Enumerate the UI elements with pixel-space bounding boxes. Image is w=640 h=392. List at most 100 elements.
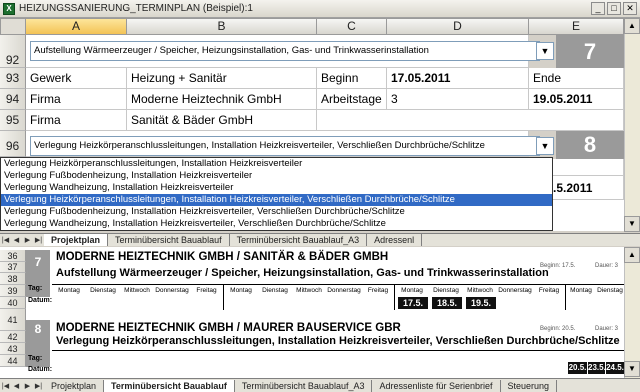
row-header-94[interactable]: 94 bbox=[0, 89, 26, 110]
window-title: HEIZUNGSSANIERUNG_TERMINPLAN (Beispiel):… bbox=[19, 3, 253, 14]
block1-begin: Beginn: 17.5. bbox=[540, 263, 576, 269]
vertical-scrollbar-upper[interactable] bbox=[624, 18, 640, 232]
tab-first-icon[interactable]: |◀ bbox=[0, 382, 11, 390]
block1-company: MODERNE HEIZTECHNIK GMBH / SANITÄR & BÄD… bbox=[56, 251, 389, 263]
tab-terminuebersicht[interactable]: Terminübersicht Bauablauf bbox=[104, 379, 235, 392]
day-label: Mittwoch bbox=[124, 287, 150, 294]
day-label: Dienstag bbox=[262, 287, 288, 294]
row-header-43[interactable]: 43 bbox=[0, 343, 26, 355]
row-header-41[interactable]: 41 bbox=[0, 309, 26, 331]
scroll-up-icon[interactable]: ▲ bbox=[624, 247, 640, 263]
tab-first-icon[interactable]: |◀ bbox=[0, 236, 11, 244]
maximize-button[interactable]: □ bbox=[607, 2, 621, 15]
tab-projektplan[interactable]: Projektplan bbox=[44, 234, 109, 246]
label-firma-1: Firma bbox=[26, 89, 127, 110]
vertical-scrollbar-lower[interactable] bbox=[624, 247, 640, 378]
column-header-d[interactable]: D bbox=[387, 18, 529, 35]
tab-projektplan[interactable]: Projektplan bbox=[44, 379, 105, 392]
row-header-44[interactable]: 44 bbox=[0, 355, 26, 367]
tab-prev-icon[interactable]: ◀ bbox=[11, 236, 22, 244]
day-label: Montag bbox=[401, 287, 423, 294]
list-item[interactable]: Verlegung Wandheizung, Installation Heiz… bbox=[1, 218, 552, 230]
block1-task: Aufstellung Wärmeerzeuger / Speicher, He… bbox=[56, 267, 549, 279]
day-label: Dienstag bbox=[90, 287, 116, 294]
select-all-corner[interactable] bbox=[0, 18, 26, 35]
date-box: 19.5. bbox=[466, 297, 496, 309]
tab-terminuebersicht[interactable]: Terminübersicht Bauablauf bbox=[108, 234, 230, 246]
row-header-93[interactable]: 93 bbox=[0, 68, 26, 89]
block1-tag-label: Tag: bbox=[28, 285, 43, 292]
row-header-36[interactable]: 36 bbox=[0, 250, 26, 262]
value-beginn[interactable]: 17.05.2011 bbox=[387, 68, 529, 89]
list-item[interactable]: Verlegung Wandheizung, Installation Heiz… bbox=[1, 182, 552, 194]
tab-last-icon[interactable]: ▶| bbox=[33, 236, 44, 244]
list-item[interactable]: Verlegung Fußbodenheizung, Installation … bbox=[1, 170, 552, 182]
tab-last-icon[interactable]: ▶| bbox=[33, 382, 44, 390]
date-box: 23.5. bbox=[588, 362, 606, 374]
minimize-button[interactable]: _ bbox=[591, 2, 605, 15]
scroll-down-icon[interactable]: ▼ bbox=[624, 361, 640, 377]
task-dropdown-row96[interactable]: Verlegung Heizkörperanschlussleitungen, … bbox=[30, 136, 540, 156]
day-label: Dienstag bbox=[433, 287, 459, 294]
cell-row95-empty bbox=[317, 110, 624, 131]
row-header-92[interactable]: 92 bbox=[0, 35, 26, 68]
excel-icon: X bbox=[3, 2, 15, 15]
row-header-95[interactable]: 95 bbox=[0, 110, 26, 131]
tab-terminuebersicht-a3[interactable]: Terminübersicht Bauablauf_A3 bbox=[230, 234, 368, 246]
day-label: Donnerstag bbox=[155, 287, 189, 294]
task-number-7: 7 bbox=[556, 35, 624, 68]
value-gewerk[interactable]: Heizung + Sanitär bbox=[127, 68, 317, 89]
label-ende: Ende bbox=[529, 68, 624, 89]
label-beginn: Beginn bbox=[317, 68, 387, 89]
block2-company: MODERNE HEIZTECHNIK GMBH / MAURER BAUSER… bbox=[56, 322, 401, 334]
day-label: Montag bbox=[58, 287, 80, 294]
tab-steuerung[interactable]: Steuerung bbox=[501, 379, 558, 392]
tab-adressenliste-serienbrief[interactable]: Adressenliste für Serienbrief bbox=[372, 379, 501, 392]
day-label: Freitag bbox=[367, 287, 389, 294]
close-button[interactable]: ✕ bbox=[623, 2, 637, 15]
column-header-a[interactable]: A bbox=[26, 18, 127, 35]
list-item[interactable]: Verlegung Heizkörperanschlussleitungen, … bbox=[1, 158, 552, 170]
list-item[interactable]: Verlegung Fußbodenheizung, Installation … bbox=[1, 206, 552, 218]
row-header-37[interactable]: 37 bbox=[0, 262, 26, 273]
sheet-tabs-upper: |◀ ◀ ▶ ▶| Projektplan Terminübersicht Ba… bbox=[0, 233, 640, 246]
date-box: 17.5. bbox=[398, 297, 428, 309]
date-box: 24.5. bbox=[606, 362, 624, 374]
row-header-42[interactable]: 42 bbox=[0, 331, 26, 343]
day-label: Freitag bbox=[538, 287, 560, 294]
value-arbeitstage[interactable]: 3 bbox=[387, 89, 529, 110]
column-header-e[interactable]: E bbox=[529, 18, 624, 35]
scroll-down-icon[interactable]: ▼ bbox=[624, 216, 640, 232]
window-titlebar: X HEIZUNGSSANIERUNG_TERMINPLAN (Beispiel… bbox=[0, 0, 640, 18]
label-arbeitstage: Arbeitstage bbox=[317, 89, 387, 110]
tab-terminuebersicht-a3[interactable]: Terminübersicht Bauablauf_A3 bbox=[235, 379, 373, 392]
sheet-tabs-lower: |◀ ◀ ▶ ▶| Projektplan Terminübersicht Ba… bbox=[0, 378, 640, 392]
scroll-up-icon[interactable]: ▲ bbox=[624, 18, 640, 34]
day-label: Donnerstag bbox=[498, 287, 532, 294]
list-item-selected[interactable]: Verlegung Heizkörperanschlussleitungen, … bbox=[1, 194, 552, 206]
row-header-39[interactable]: 39 bbox=[0, 285, 26, 297]
block1-dauer: Dauer: 3 bbox=[595, 263, 619, 269]
dropdown-arrow-icon[interactable]: ▼ bbox=[536, 42, 554, 60]
tab-next-icon[interactable]: ▶ bbox=[22, 382, 33, 390]
task-dropdown-row92[interactable]: Aufstellung Wärmeerzeuger / Speicher, He… bbox=[30, 41, 540, 61]
tab-adressenliste[interactable]: Adressenl bbox=[367, 234, 423, 246]
value-firma-1[interactable]: Moderne Heiztechnik GmbH bbox=[127, 89, 317, 110]
block2-tag-label: Tag: bbox=[28, 355, 43, 362]
value-ende[interactable]: 19.05.2011 bbox=[529, 89, 624, 110]
column-header-c[interactable]: C bbox=[317, 18, 387, 35]
date-box: 18.5. bbox=[432, 297, 462, 309]
tab-next-icon[interactable]: ▶ bbox=[22, 236, 33, 244]
block2-dauer: Dauer: 3 bbox=[595, 326, 619, 332]
dropdown-arrow-icon[interactable]: ▼ bbox=[536, 137, 554, 155]
day-label: Montag bbox=[230, 287, 252, 294]
row-header-96[interactable]: 96 bbox=[0, 131, 26, 157]
day-label: Donnerstag bbox=[327, 287, 361, 294]
task-dropdown-list[interactable]: Verlegung Heizkörperanschlussleitungen, … bbox=[0, 157, 553, 231]
tab-prev-icon[interactable]: ◀ bbox=[11, 382, 22, 390]
column-header-b[interactable]: B bbox=[127, 18, 317, 35]
row-header-40[interactable]: 40 bbox=[0, 297, 26, 309]
cell-hidden bbox=[553, 159, 624, 176]
value-firma-2[interactable]: Sanität & Bäder GmbH bbox=[127, 110, 317, 131]
row-header-38[interactable]: 38 bbox=[0, 273, 26, 285]
